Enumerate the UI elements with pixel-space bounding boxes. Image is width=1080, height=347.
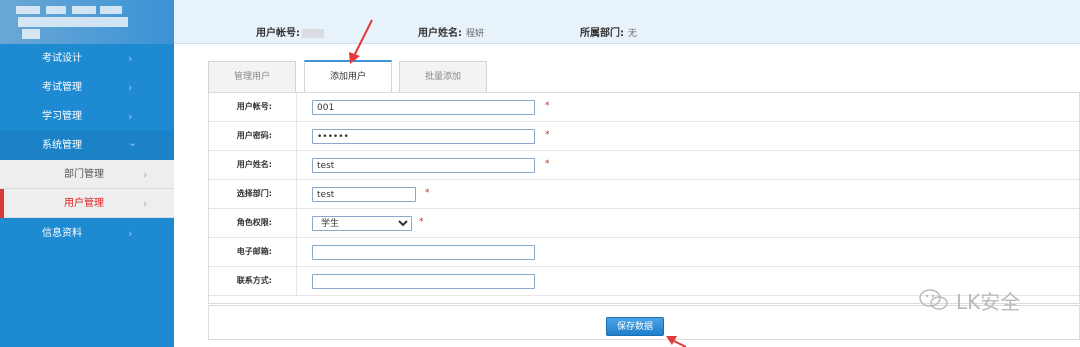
sidebar-item-label: 用户管理 <box>64 198 104 209</box>
name-label: 用户姓名: <box>209 151 297 179</box>
chevron-down-icon: ⌄ <box>128 136 138 149</box>
email-label: 电子邮箱: <box>209 238 297 266</box>
header-name: 用户姓名: 程妍 <box>418 24 484 39</box>
account-label: 用户帐号: <box>209 93 297 121</box>
dept-input[interactable] <box>312 187 416 202</box>
header-name-value: 程妍 <box>466 29 485 39</box>
tab-add-user[interactable]: 添加用户 <box>304 60 392 92</box>
chevron-right-icon: › <box>143 197 148 210</box>
required-mark: * <box>545 101 550 111</box>
header-bar: 用户帐号: 用户姓名: 程妍 所属部门: 无 <box>174 0 1080 44</box>
header-name-label: 用户姓名: <box>418 28 462 39</box>
sidebar-item-user-manage[interactable]: 用户管理 › <box>0 189 174 218</box>
password-label: 用户密码: <box>209 122 297 150</box>
sidebar-item-dept-manage[interactable]: 部门管理 › <box>0 160 174 189</box>
sidebar-item-label: 考试设计 <box>42 53 82 64</box>
password-input[interactable] <box>312 129 535 144</box>
header-account: 用户帐号: <box>256 24 324 39</box>
add-user-form: 用户帐号: * 用户密码: * 用户姓名: * 选择部门: * 角色权限: 学生… <box>208 92 1080 304</box>
form-row-role: 角色权限: 学生 * <box>209 209 1079 238</box>
tab-manage-users[interactable]: 管理用户 <box>208 61 296 92</box>
logo <box>0 0 174 44</box>
form-row-dept: 选择部门: * <box>209 180 1079 209</box>
chevron-right-icon: › <box>128 227 133 240</box>
chevron-right-icon: › <box>128 52 133 65</box>
header-dept: 所属部门: 无 <box>580 24 637 39</box>
form-row-account: 用户帐号: * <box>209 93 1079 122</box>
contact-input[interactable] <box>312 274 535 289</box>
sidebar-item-label: 学习管理 <box>42 111 82 122</box>
header-dept-value: 无 <box>628 29 638 39</box>
account-input[interactable] <box>312 100 535 115</box>
sidebar: 考试设计 › 考试管理 › 学习管理 › 系统管理 ⌄ 部门管理 › 用户管理 … <box>0 0 174 347</box>
sidebar-item-system-manage[interactable]: 系统管理 ⌄ <box>0 131 174 160</box>
chevron-right-icon: › <box>143 168 148 181</box>
contact-label: 联系方式: <box>209 267 297 295</box>
required-mark: * <box>419 217 424 227</box>
header-dept-label: 所属部门: <box>580 28 624 39</box>
header-account-label: 用户帐号: <box>256 28 300 39</box>
watermark-text: LK安全 <box>956 290 1021 314</box>
role-select[interactable]: 学生 <box>312 216 412 231</box>
tab-batch-add[interactable]: 批量添加 <box>399 61 487 92</box>
form-row-password: 用户密码: * <box>209 122 1079 151</box>
sidebar-item-label: 信息资料 <box>42 228 82 239</box>
required-mark: * <box>545 159 550 169</box>
role-label: 角色权限: <box>209 209 297 237</box>
sidebar-item-study-manage[interactable]: 学习管理 › <box>0 102 174 131</box>
blurred-value <box>302 28 324 38</box>
save-button[interactable]: 保存数据 <box>606 317 664 336</box>
sidebar-item-exam-manage[interactable]: 考试管理 › <box>0 73 174 102</box>
sidebar-item-label: 考试管理 <box>42 82 82 93</box>
form-row-email: 电子邮箱: <box>209 238 1079 267</box>
wechat-icon <box>919 289 948 310</box>
sidebar-item-exam-design[interactable]: 考试设计 › <box>0 44 174 73</box>
sidebar-item-info[interactable]: 信息资料 › <box>0 219 174 248</box>
name-input[interactable] <box>312 158 535 173</box>
required-mark: * <box>545 130 550 140</box>
chevron-right-icon: › <box>128 81 133 94</box>
form-row-name: 用户姓名: * <box>209 151 1079 180</box>
sidebar-item-label: 部门管理 <box>64 169 104 180</box>
chevron-right-icon: › <box>128 110 133 123</box>
dept-label: 选择部门: <box>209 180 297 208</box>
email-input[interactable] <box>312 245 535 260</box>
sidebar-item-label: 系统管理 <box>42 140 82 151</box>
required-mark: * <box>425 188 430 198</box>
